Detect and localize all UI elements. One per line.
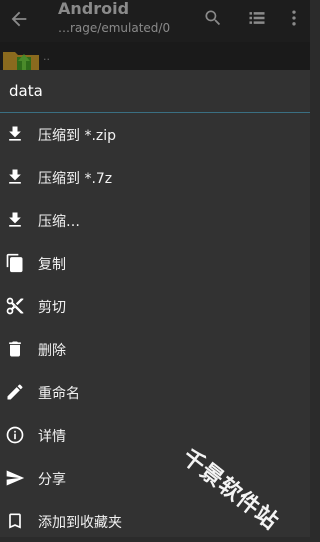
menu-item-delete[interactable]: 删除: [0, 328, 310, 370]
folder-up-icon: [3, 52, 39, 70]
menu-item-label: 复制: [38, 257, 66, 273]
menu-item-compress-zip[interactable]: 压缩到 *.zip: [0, 113, 310, 155]
arrow-left-icon[interactable]: [8, 8, 30, 30]
menu-item-label: 压缩到 *.zip: [38, 128, 117, 144]
menu-item-cut[interactable]: 剪切: [0, 285, 310, 327]
copy-icon: [6, 253, 23, 273]
download-icon: [9, 126, 21, 141]
menu-item-label: 详情: [38, 429, 66, 445]
parent-folder-label: ..: [43, 50, 50, 63]
menu-item-compress-7z[interactable]: 压缩到 *.7z: [0, 156, 310, 198]
menu-item-compress[interactable]: 压缩…: [0, 199, 310, 241]
scissors-icon: [6, 297, 24, 315]
app-bar: Android …rage/emulated/0: [0, 0, 310, 42]
menu-item-label: 压缩…: [38, 214, 80, 230]
current-path: …rage/emulated/0: [58, 21, 171, 35]
more-vert-icon[interactable]: [284, 8, 304, 28]
list-view-icon[interactable]: [247, 8, 267, 28]
menu-item-rename[interactable]: 重命名: [0, 371, 310, 413]
pencil-icon: [7, 384, 23, 400]
trash-icon: [9, 341, 21, 357]
menu-item-details[interactable]: 详情: [0, 414, 310, 456]
parent-folder-row[interactable]: ..: [0, 42, 310, 70]
download-icon: [9, 212, 21, 227]
download-icon: [9, 169, 21, 184]
menu-item-label: 剪切: [38, 300, 66, 316]
sheet-header: data: [0, 70, 310, 113]
search-icon[interactable]: [203, 8, 223, 28]
menu-item-label: 分享: [38, 472, 66, 488]
menu-item-label: 删除: [38, 343, 66, 359]
app-title: Android: [58, 0, 130, 18]
bookmark-icon: [9, 513, 21, 529]
info-icon: [6, 426, 24, 444]
file-actions-sheet: data 压缩到 *.zip 压缩到 *.7z 压缩… 复制 剪切 删除 重命名…: [0, 70, 310, 537]
menu-item-label: 压缩到 *.7z: [38, 171, 113, 187]
menu-item-copy[interactable]: 复制: [0, 242, 310, 284]
menu-item-label: 添加到收藏夹: [38, 515, 122, 531]
send-icon: [6, 470, 25, 486]
menu-item-label: 重命名: [38, 386, 80, 402]
selected-file-name: data: [9, 82, 43, 100]
